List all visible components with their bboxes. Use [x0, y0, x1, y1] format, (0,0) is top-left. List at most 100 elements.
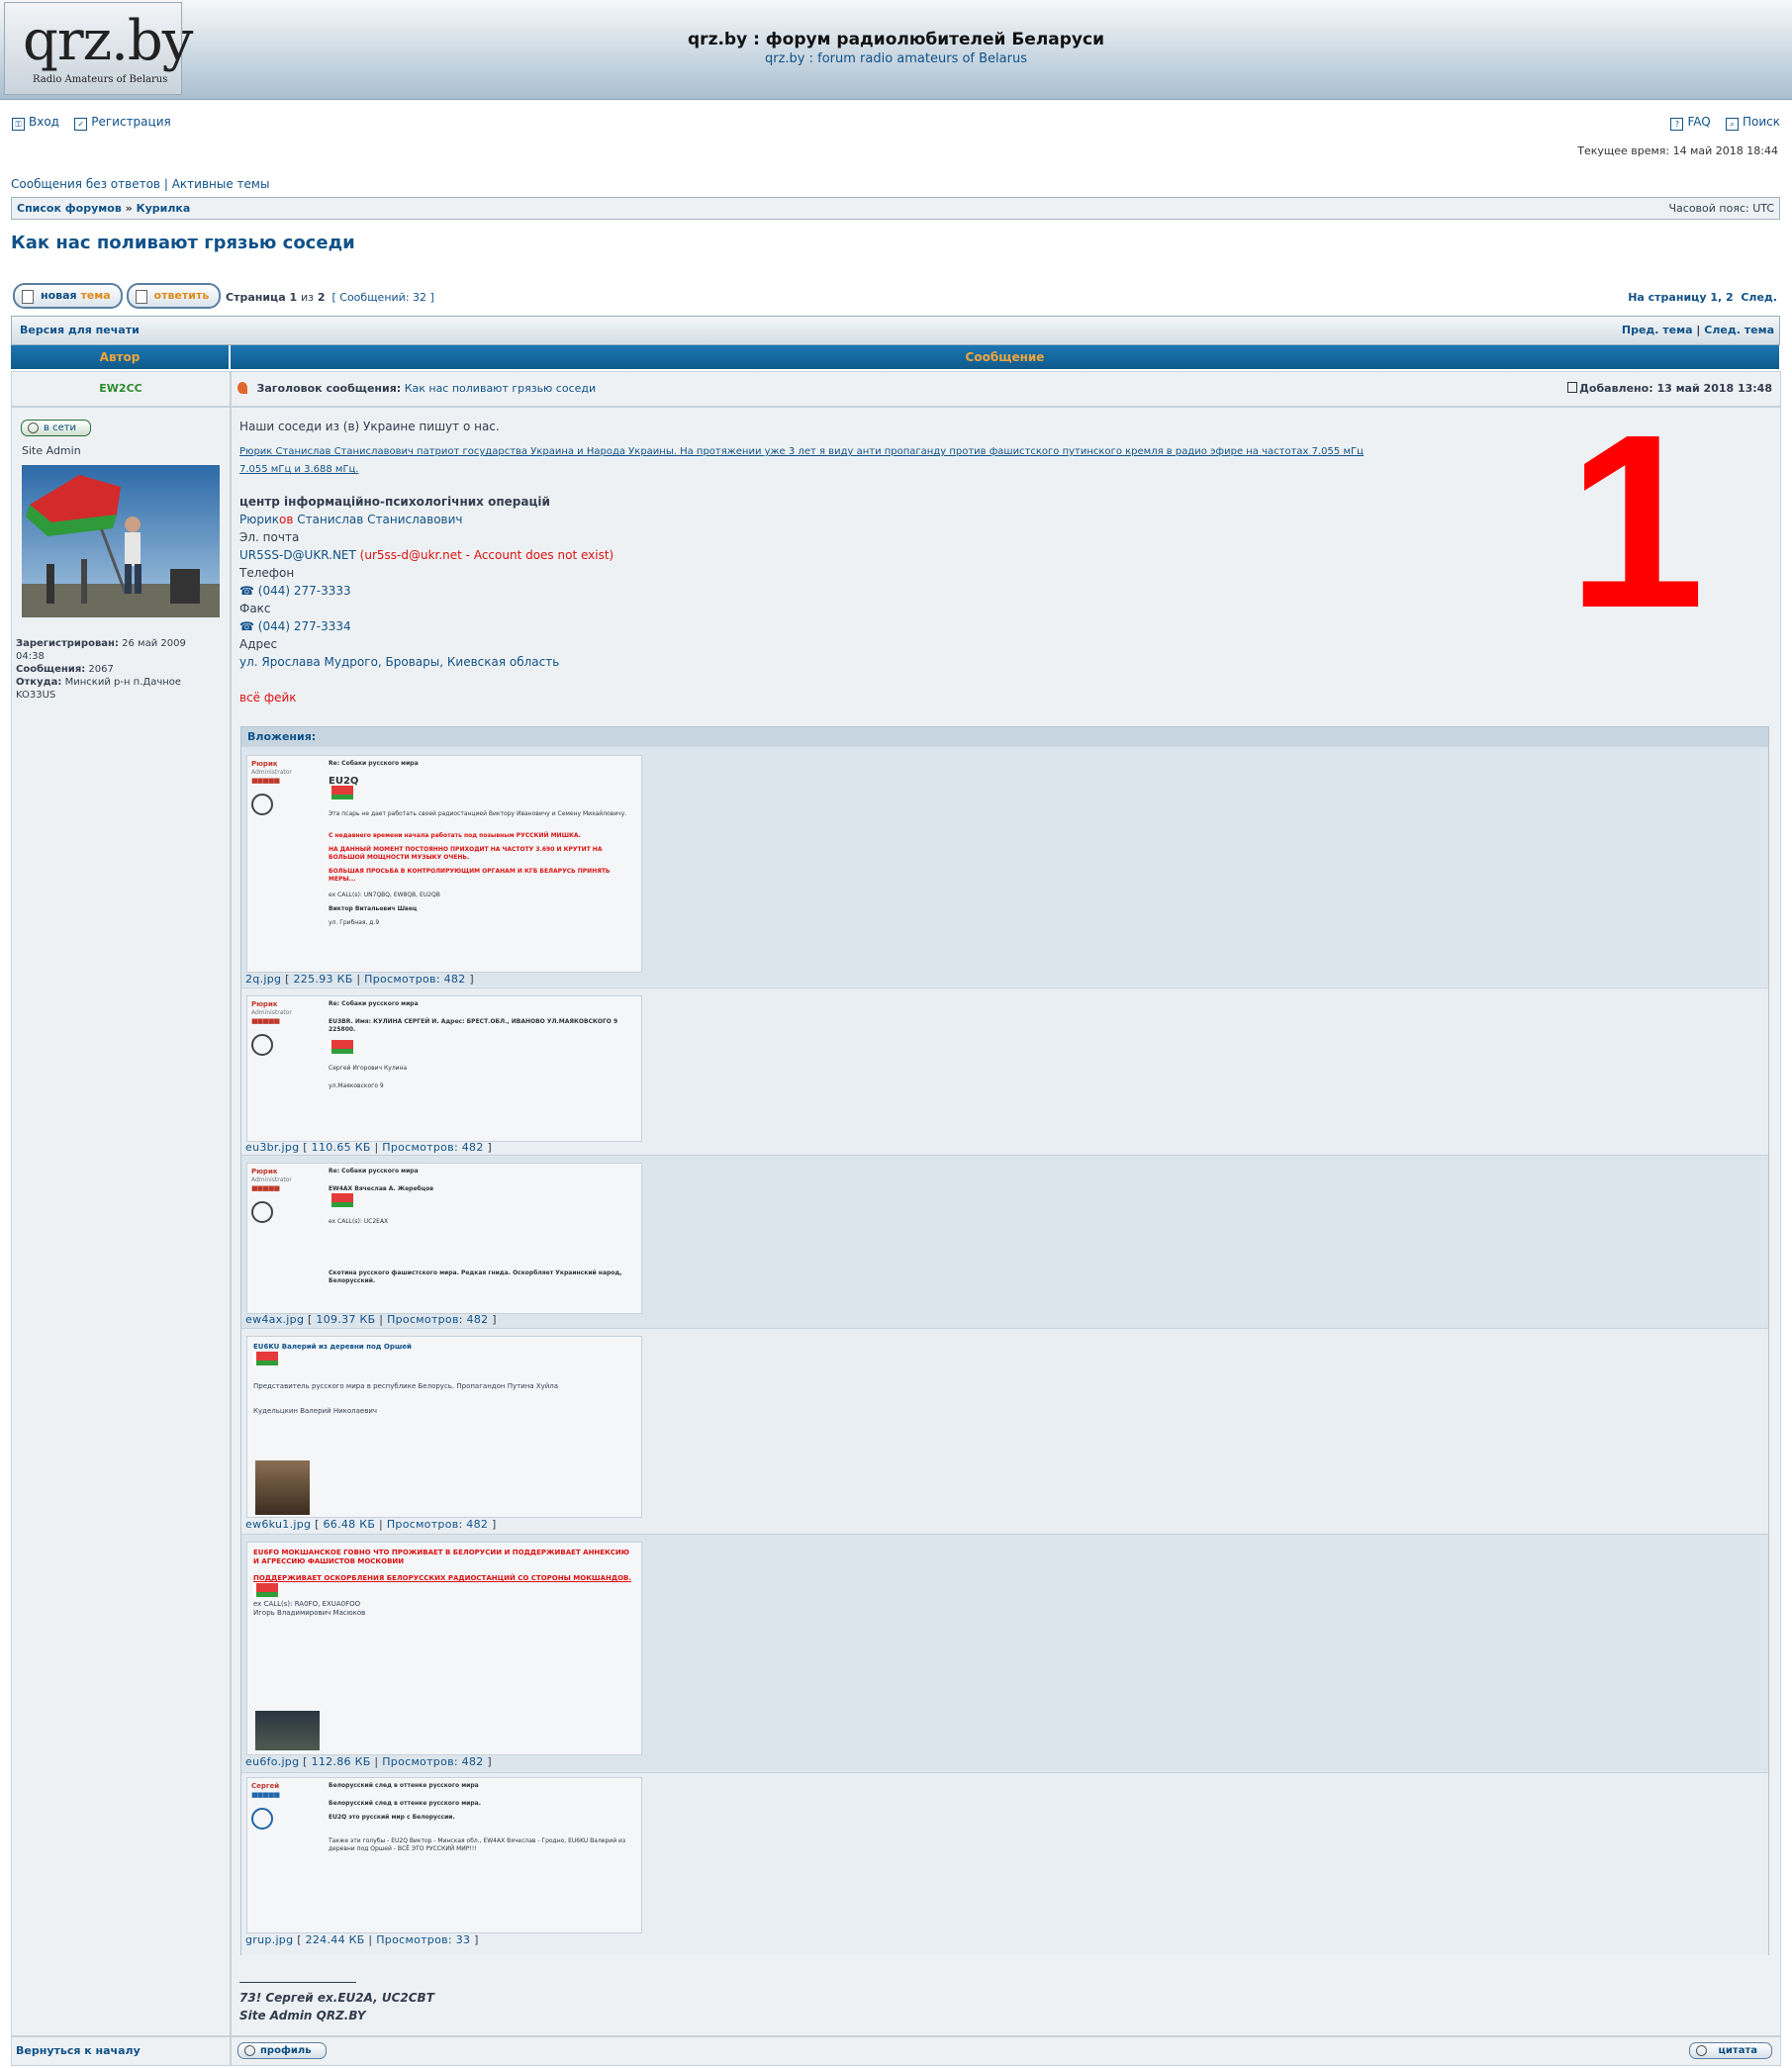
- faq-link[interactable]: FAQ: [1687, 115, 1710, 129]
- shot-photo: [255, 1711, 320, 1750]
- login-icon: ⚿: [12, 118, 25, 131]
- profile-button[interactable]: профиль: [237, 2042, 327, 2059]
- prev-topic-link[interactable]: Пред. тема: [1622, 324, 1693, 336]
- attachment-link[interactable]: ew6ku1.jpg: [245, 1518, 311, 1531]
- attachment-caption: ew6ku1.jpg [ 66.48 КБ | Просмотров: 482 …: [245, 1518, 497, 1531]
- shot-photo: [255, 1460, 310, 1515]
- center-name: центр інформаційно-психологічних операці…: [239, 495, 550, 509]
- attachment-link[interactable]: eu3br.jpg: [245, 1141, 299, 1154]
- post-link[interactable]: Рюрик Станислав Станиславович патриот го…: [239, 443, 1377, 479]
- next-topic-link[interactable]: След. тема: [1704, 324, 1774, 336]
- user-details: Зарегистрирован: 26 май 2009 04:38 Сообщ…: [16, 638, 186, 701]
- email-label: Эл. почта: [239, 530, 300, 544]
- phone-label: Телефон: [239, 566, 295, 580]
- message-column-header: Сообщение: [231, 345, 1779, 369]
- top-nav-right: ? FAQ ⌕ Поиск: [1670, 115, 1780, 131]
- post-text: Наши соседи из (в) Украине пишут о нас. …: [239, 418, 1377, 706]
- flag-icon: [253, 1352, 278, 1365]
- breadcrumb-forum[interactable]: Курилка: [137, 202, 191, 215]
- attachment-caption: ew4ax.jpg [ 109.37 КБ | Просмотров: 482 …: [245, 1313, 497, 1326]
- user-avatar: [22, 465, 220, 617]
- page-nav: На страницу 1, 2 След.: [1628, 291, 1777, 304]
- new-topic-button[interactable]: новая тема: [13, 283, 123, 309]
- post-count: [ Сообщений: 32 ]: [331, 291, 434, 304]
- quick-links: Сообщения без ответов | Активные темы: [11, 177, 269, 191]
- breadcrumb: Список форумов » Курилка Часовой пояс: U…: [11, 197, 1780, 220]
- phone-value: ☎ (044) 277-3333: [239, 584, 351, 598]
- post-icon: [237, 382, 247, 394]
- print-link[interactable]: Версия для печати: [20, 324, 140, 336]
- site-header: qrz.by Radio Amateurs of Belarus qrz.by …: [0, 0, 1792, 100]
- breadcrumb-arrow: »: [125, 202, 133, 215]
- reply-button[interactable]: ответить: [126, 283, 222, 309]
- flag-icon: [329, 1040, 353, 1054]
- page-info: Страница 1 из 2 [ Сообщений: 32 ]: [226, 291, 434, 304]
- person-name: Рюриков Станислав Станиславович: [239, 513, 463, 526]
- online-badge: в сети: [21, 420, 92, 436]
- search-link[interactable]: Поиск: [1743, 115, 1780, 129]
- next-page[interactable]: След.: [1741, 291, 1777, 304]
- faq-icon: ?: [1670, 118, 1684, 131]
- user-rank: Site Admin: [22, 444, 81, 457]
- attachment-image-ew6ku1[interactable]: EU6KU Валерий из деревни под Оршей Предс…: [246, 1336, 642, 1518]
- attachment-link[interactable]: 2q.jpg: [245, 973, 281, 986]
- big-red-number: 1: [1567, 383, 1706, 659]
- attachment-image-eu3br[interactable]: Рюрик Administrator ■■■■■ Re: Собаки русск…: [246, 995, 642, 1142]
- fax-icon: ☎: [239, 619, 254, 633]
- attachment-image-ew4ax[interactable]: Рюрик Administrator ■■■■■ Re: Собаки русск…: [246, 1163, 642, 1314]
- flag-icon: [329, 1193, 353, 1207]
- fax-label: Факс: [239, 602, 271, 615]
- action-buttons: новая тема ответить: [13, 283, 222, 309]
- search-icon: ⌕: [1725, 118, 1739, 131]
- profile-column: в сети Site Admin Зарегистрирован: 26 ма…: [11, 407, 231, 2036]
- signature-divider: [239, 1982, 356, 1983]
- attachment-image-eu6fo[interactable]: EU6FO МОКШАНСКОЕ ГОВНО ЧТО ПРОЖИВАЕТ В Б…: [246, 1542, 642, 1755]
- attachment-caption: eu6fo.jpg [ 112.86 КБ | Просмотров: 482 …: [245, 1755, 492, 1768]
- attachment-link[interactable]: eu6fo.jpg: [245, 1755, 299, 1768]
- post-actions: профиль цитата: [231, 2036, 1781, 2066]
- signature: 73! Сергей ex.EU2A, UC2CBT Site Admin QR…: [239, 1989, 434, 2024]
- attachment-caption: grup.jpg [ 224.44 КБ | Просмотров: 33 ]: [245, 1933, 479, 1946]
- quote-button[interactable]: цитата: [1689, 2042, 1772, 2059]
- post-intro: Наши соседи из (в) Украине пишут о нас.: [239, 420, 500, 433]
- current-time: Текущее время: 14 май 2018 18:44: [1577, 144, 1778, 157]
- flag-icon: [253, 1583, 278, 1597]
- site-title: qrz.by : форум радиолюбителей Беларуси: [688, 30, 1104, 49]
- unanswered-link[interactable]: Сообщения без ответов: [11, 177, 160, 191]
- site-subtitle: qrz.by : forum radio amateurs of Belarus: [764, 51, 1027, 66]
- email-line: UR5SS-D@UKR.NET (ur5ss-d@ukr.net - Accou…: [239, 548, 614, 562]
- topic-bar: Версия для печати Пред. тема | След. тем…: [11, 316, 1780, 345]
- signature-line-1: 73! Сергей ex.EU2A, UC2CBT: [239, 1991, 434, 2005]
- fake-note: всё фейк: [239, 691, 297, 705]
- address-value: ул. Ярослава Мудрого, Бровары, Киевская …: [239, 655, 560, 669]
- attachment-caption: 2q.jpg [ 225.93 КБ | Просмотров: 482 ]: [245, 973, 474, 986]
- back-to-top-cell: Вернуться к началу: [11, 2036, 231, 2066]
- page-1[interactable]: 1: [1710, 291, 1718, 304]
- top-nav-left: ⚿ Вход ✓ Регистрация: [12, 115, 171, 131]
- attachment-image-2q[interactable]: Рюрик Administrator ■■■■■ Re: Собаки русск…: [246, 755, 642, 973]
- address-label: Адрес: [239, 637, 278, 651]
- attachment-image-grup[interactable]: Сергей ■■■■■ Белорусский след в оттенке р…: [246, 1777, 642, 1933]
- breadcrumb-forum-list[interactable]: Список форумов: [17, 202, 122, 215]
- post-head: Заголовок сообщения: Как нас поливают гр…: [231, 371, 1781, 407]
- shot-avatar-icon: [251, 794, 273, 815]
- flag-icon: [329, 786, 353, 799]
- timezone: Часовой пояс: UTC: [1668, 202, 1774, 215]
- login-link[interactable]: Вход: [29, 115, 59, 129]
- fax-value: ☎ (044) 277-3334: [239, 619, 351, 633]
- signature-line-2: Site Admin QRZ.BY: [239, 2009, 366, 2022]
- logo-subtext: Radio Amateurs of Belarus: [33, 74, 168, 85]
- author-column-header: Автор: [11, 345, 229, 369]
- attachment-link[interactable]: grup.jpg: [245, 1933, 293, 1946]
- attachment-link[interactable]: ew4ax.jpg: [245, 1313, 304, 1326]
- register-link[interactable]: Регистрация: [91, 115, 170, 129]
- topic-title[interactable]: Как нас поливают грязью соседи: [11, 233, 355, 253]
- active-topics-link[interactable]: Активные темы: [172, 177, 270, 191]
- back-to-top-link[interactable]: Вернуться к началу: [16, 2044, 141, 2057]
- post-subject-link[interactable]: Как нас поливают грязью соседи: [405, 382, 596, 395]
- page-2[interactable]: 2: [1726, 291, 1734, 304]
- post-author[interactable]: EW2CC: [11, 371, 231, 407]
- quick-sep: |: [163, 177, 168, 191]
- register-icon: ✓: [74, 118, 88, 131]
- phone-icon: ☎: [239, 584, 254, 598]
